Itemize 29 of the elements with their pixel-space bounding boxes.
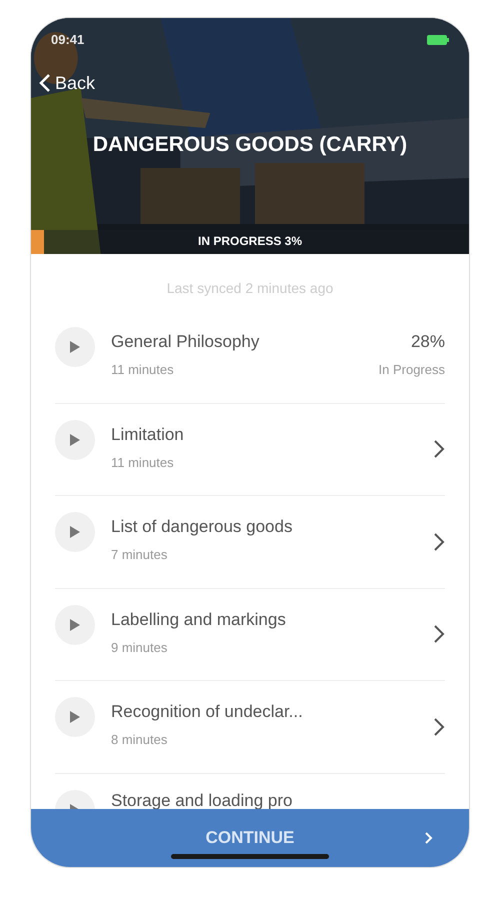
lesson-duration: 8 minutes	[111, 731, 168, 750]
lesson-duration: 11 minutes	[111, 361, 175, 380]
lesson-duration: 7 minutes	[111, 546, 168, 564]
lesson-status: In Progress	[378, 361, 445, 380]
chevron-right-icon[interactable]	[433, 532, 445, 552]
lesson-title: General Philosophy	[111, 331, 260, 352]
lesson-row[interactable]: Limitation 11 minutes	[55, 404, 445, 496]
lesson-duration: 9 minutes	[111, 638, 168, 657]
lesson-row[interactable]: List of dangerous goods 7 minutes	[55, 496, 445, 588]
lesson-title: Labelling and markings	[111, 608, 287, 630]
lesson-duration: 11 minutes	[111, 454, 175, 472]
back-button[interactable]: Back	[39, 70, 96, 96]
lesson-percent: 28%	[410, 331, 445, 352]
status-time: 09:41	[51, 31, 84, 49]
chevron-left-icon	[39, 73, 51, 93]
lesson-title: List of dangerous goods	[111, 516, 294, 538]
lesson-title: Recognition of undeclar...	[111, 701, 304, 722]
course-title: DANGEROUS GOODS (CARRY)	[92, 132, 408, 158]
lesson-row[interactable]: Labelling and markings 9 minutes	[55, 588, 445, 681]
lesson-row[interactable]: General Philosophy 11 minutes 28% In Progress	[55, 311, 445, 404]
lesson-title: Limitation	[111, 424, 185, 445]
chevron-right-icon[interactable]	[433, 716, 445, 737]
chevron-right-icon[interactable]	[433, 624, 445, 644]
lesson-row[interactable]: Recognition of undeclar... 8 minutes	[55, 681, 445, 774]
chevron-right-icon	[424, 831, 433, 845]
progress-label: IN PROGRESS 3%	[196, 233, 304, 250]
lesson-title: Storage and loading pro	[111, 790, 292, 809]
battery-icon	[427, 34, 449, 45]
chevron-right-icon[interactable]	[433, 439, 445, 460]
